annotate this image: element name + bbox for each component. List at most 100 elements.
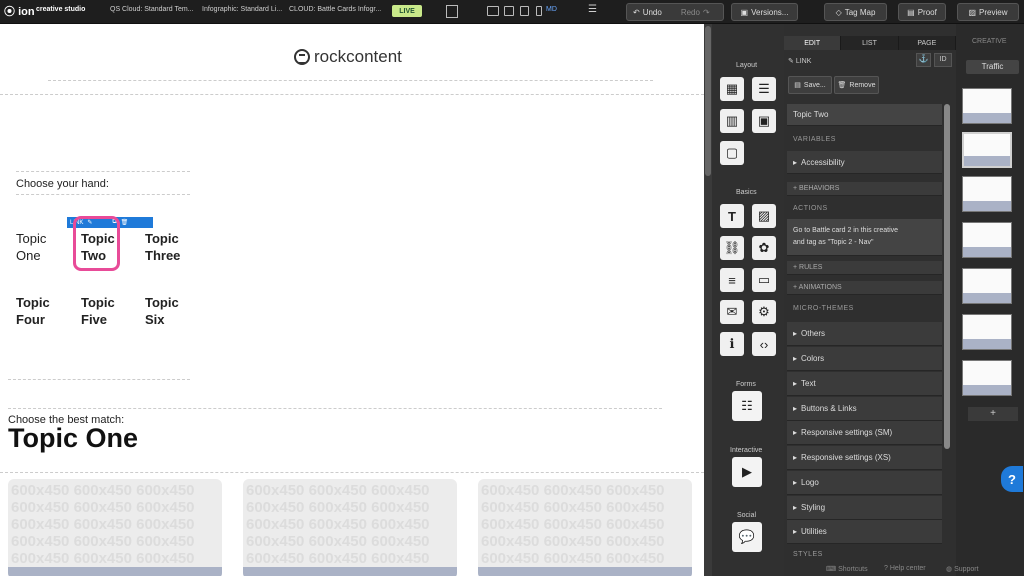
tab-creative[interactable]: CREATIVE xyxy=(972,38,1007,45)
page-thumbnail-1[interactable] xyxy=(962,88,1012,124)
breadcrumb-1[interactable]: QS Cloud: Standard Tem... xyxy=(110,6,194,13)
theme-styling[interactable]: ▸ Styling xyxy=(787,496,942,520)
undo-icon[interactable]: ↶ xyxy=(633,8,640,17)
topic-four-link[interactable]: Topic Four xyxy=(16,294,50,328)
tag-map-button[interactable]: ◇ Tag Map xyxy=(824,3,887,21)
editor-canvas[interactable]: rockcontent Choose your hand: Topic One T… xyxy=(0,24,704,576)
link-widget-icon[interactable]: ⛓ xyxy=(720,236,744,260)
add-page-button[interactable]: + xyxy=(968,407,1018,421)
preview-button[interactable]: ▨ Preview xyxy=(957,3,1019,21)
split-widget-icon[interactable]: ▥ xyxy=(720,109,744,133)
code-widget-icon[interactable]: ‹› xyxy=(752,332,776,356)
behaviors-section[interactable]: + BEHAVIORS xyxy=(787,182,942,196)
element-type-label: ✎ LINK xyxy=(788,58,812,65)
theme-responsive-sm[interactable]: ▸ Responsive settings (SM) xyxy=(787,421,942,445)
container-widget-icon[interactable]: ▣ xyxy=(752,109,776,133)
rules-section[interactable]: + RULES xyxy=(787,261,942,275)
accessibility-section[interactable]: ▸ Accessibility xyxy=(787,151,942,174)
delete-icon[interactable]: 🗑 xyxy=(121,219,129,226)
settings-widget-icon[interactable]: ⚙ xyxy=(752,300,776,324)
topic-one-link[interactable]: Topic One xyxy=(16,230,46,264)
video-widget-icon[interactable]: ▶ xyxy=(732,457,762,487)
help-center-link[interactable]: ? Help center xyxy=(884,565,926,572)
card-footer xyxy=(243,567,457,576)
chevron-right-icon: ▸ xyxy=(793,379,798,388)
rows-widget-icon[interactable]: ☰ xyxy=(752,77,776,101)
social-section-label: Social xyxy=(737,512,757,519)
tab-page[interactable]: PAGE xyxy=(898,36,956,50)
tablet-icon[interactable] xyxy=(520,6,529,16)
page-thumbnail-2[interactable] xyxy=(962,132,1012,168)
page-thumbnail-4[interactable] xyxy=(962,222,1012,258)
microthemes-header: MICRO-THEMES xyxy=(793,305,854,312)
page-thumbnail-6[interactable] xyxy=(962,314,1012,350)
topic-six-link[interactable]: Topic Six xyxy=(145,294,179,328)
chat-widget-icon[interactable]: 💬 xyxy=(732,522,762,552)
help-icon[interactable]: ? xyxy=(1001,466,1023,492)
phone-icon[interactable] xyxy=(536,6,542,16)
sliders-icon[interactable]: ☰ xyxy=(588,4,597,15)
traffic-button[interactable]: Traffic xyxy=(966,60,1019,74)
undo-button[interactable]: Undo xyxy=(643,8,662,17)
edit-panel-scrollbar[interactable] xyxy=(944,104,950,449)
theme-logo[interactable]: ▸ Logo xyxy=(787,471,942,495)
animations-section[interactable]: + ANIMATIONS xyxy=(787,281,942,295)
anchor-icon[interactable]: ⚓ xyxy=(916,53,931,67)
topic-five-link[interactable]: Topic Five xyxy=(81,294,115,328)
versions-button[interactable]: ▣ Versions... xyxy=(731,3,798,21)
page-thumbnail-3[interactable] xyxy=(962,176,1012,212)
tab-list[interactable]: LIST xyxy=(841,36,899,50)
redo-button[interactable]: Redo xyxy=(681,8,700,17)
action-item[interactable]: Go to Battle card 2 in this creative and … xyxy=(787,219,942,256)
shortcuts-link[interactable]: ⌨ Shortcuts xyxy=(826,565,868,573)
embed-widget-icon[interactable]: ✉ xyxy=(720,300,744,324)
theme-responsive-xs[interactable]: ▸ Responsive settings (XS) xyxy=(787,446,942,470)
proof-button[interactable]: ▤ Proof xyxy=(898,3,946,21)
battle-card-3[interactable]: 600x450 600x450 600x450 600x450 600x450 … xyxy=(478,479,692,576)
theme-utilities[interactable]: ▸ Utilities xyxy=(787,520,942,544)
save-button[interactable]: ▤ Save... xyxy=(788,76,832,94)
element-name-field[interactable]: Topic Two xyxy=(787,104,942,126)
chevron-right-icon: ▸ xyxy=(793,329,798,338)
ion-logo[interactable]: ⦿ ion xyxy=(4,3,35,19)
form-widget-icon[interactable]: ☷ xyxy=(732,391,762,421)
theme-text[interactable]: ▸ Text xyxy=(787,372,942,396)
styles-header: STYLES xyxy=(793,551,823,558)
theme-colors[interactable]: ▸ Colors xyxy=(787,347,942,371)
rockcontent-logo-icon xyxy=(294,49,310,65)
basics-section-label: Basics xyxy=(736,189,757,196)
info-widget-icon[interactable]: ℹ xyxy=(720,332,744,356)
remove-button[interactable]: 🗑 Remove xyxy=(834,76,879,94)
chevron-right-icon: ▸ xyxy=(793,453,798,462)
page-thumbnail-5[interactable] xyxy=(962,268,1012,304)
canvas-scrollbar[interactable] xyxy=(704,24,712,576)
chevron-right-icon: ▸ xyxy=(793,478,798,487)
divider xyxy=(8,379,190,380)
divider-widget-icon[interactable]: ▭ xyxy=(752,268,776,292)
support-link[interactable]: ◍ Support xyxy=(946,565,979,573)
id-button[interactable]: ID xyxy=(934,53,952,67)
undo-redo-group: ↶ Undo Redo ↷ xyxy=(626,3,724,21)
desktop-icon[interactable] xyxy=(487,6,499,16)
rockcontent-logo: rockcontent xyxy=(294,47,402,67)
list-widget-icon[interactable]: ≡ xyxy=(720,268,744,292)
redo-icon[interactable]: ↷ xyxy=(703,8,710,17)
theme-others[interactable]: ▸ Others xyxy=(787,322,942,346)
breadcrumb-3[interactable]: CLOUD: Battle Cards Infogr... xyxy=(289,6,381,13)
breadcrumb-2[interactable]: Infographic: Standard Li... xyxy=(202,6,282,13)
image-widget-icon[interactable]: ▨ xyxy=(752,204,776,228)
battle-card-2[interactable]: 600x450 600x450 600x450 600x450 600x450 … xyxy=(243,479,457,576)
text-widget-icon[interactable]: T xyxy=(720,204,744,228)
layout-icon[interactable] xyxy=(446,5,458,18)
laptop-icon[interactable] xyxy=(504,6,514,16)
page-thumbnail-7[interactable] xyxy=(962,360,1012,396)
link-icon: ✎ xyxy=(788,58,796,65)
columns-widget-icon[interactable]: ▦ xyxy=(720,77,744,101)
battle-card-1[interactable]: 600x450 600x450 600x450 600x450 600x450 … xyxy=(8,479,222,576)
panel-widget-icon[interactable]: ▢ xyxy=(720,141,744,165)
tab-edit[interactable]: EDIT xyxy=(784,36,842,50)
versions-icon: ▣ xyxy=(740,7,749,17)
badge-widget-icon[interactable]: ✿ xyxy=(752,236,776,260)
topic-three-link[interactable]: Topic Three xyxy=(145,230,180,264)
theme-buttons-links[interactable]: ▸ Buttons & Links xyxy=(787,397,942,421)
